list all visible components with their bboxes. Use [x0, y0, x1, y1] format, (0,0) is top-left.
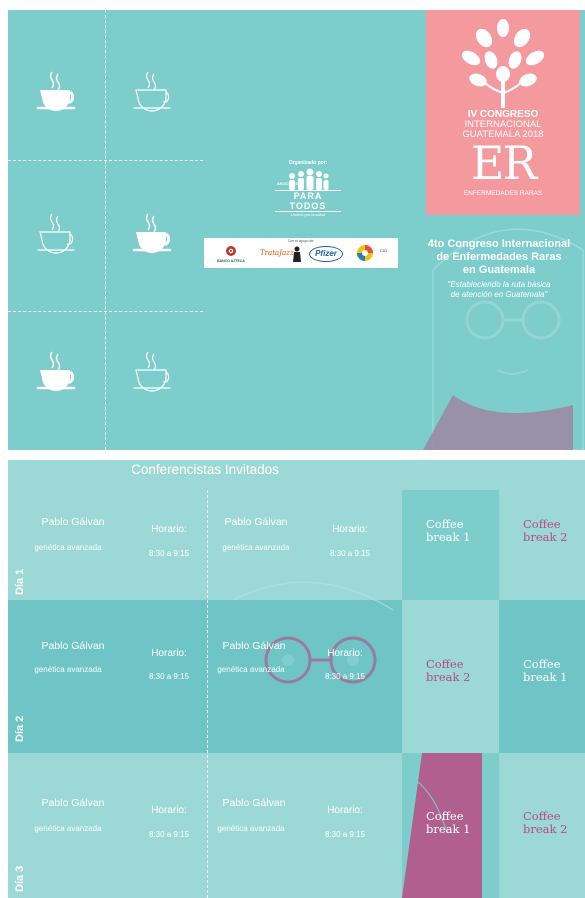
day-label: Día 1	[14, 568, 26, 595]
coffee-cup-outline-icon	[133, 351, 171, 392]
time-slot: 8:30 a 9:15	[324, 830, 366, 839]
speaker-name: Pablo Gálvan	[222, 797, 286, 809]
cut-line-horizontal	[8, 311, 203, 312]
cut-line-vertical	[105, 10, 106, 450]
sponsor-1: BANCO AZTECA	[217, 259, 245, 263]
musician-figure-icon	[293, 246, 301, 262]
coffee-break-label: Coffee break 1	[426, 517, 471, 544]
speaker-topic: genética avanzada	[217, 665, 285, 674]
congress-quote-line: de atención en Guatemala"	[450, 290, 548, 299]
sponsor-2: TrataJazz	[260, 249, 294, 257]
speaker-name: Pablo Gálvan	[41, 516, 105, 528]
time-slot: 8:30 a 9:15	[329, 549, 371, 558]
congress-quote: "Estableciendo la ruta básica de atenció…	[413, 280, 585, 300]
coffee-cup-outline-icon	[37, 213, 75, 254]
coffee-break-label: Coffee break 2	[523, 517, 568, 544]
speaker-name: Pablo Gálvan	[41, 640, 105, 652]
horario-label: Horario:	[151, 524, 187, 535]
horario-label: Horario:	[151, 805, 187, 816]
org-name: PARA TODOS	[275, 190, 341, 212]
time-slot: 8:30 a 9:15	[324, 672, 366, 681]
congress-title-line: en Guatemala	[462, 264, 536, 276]
time-slot: 8:30 a 9:15	[148, 672, 190, 681]
coffee-cup-filled-icon	[36, 351, 76, 392]
coffee-break-label: Coffee break 1	[523, 657, 568, 684]
cover-panel: Organizado por: ASOCIACIÓN PARA TODOS Un…	[8, 10, 585, 450]
congress-title-line: de Enfermedades Raras	[436, 251, 562, 263]
horario-label: Horario:	[332, 524, 368, 535]
organizer-block: Organizado por: ASOCIACIÓN PARA TODOS Un…	[263, 160, 353, 217]
speaker-divider	[207, 490, 208, 898]
speaker-topic: genética avanzada	[222, 543, 290, 552]
break-cell	[402, 490, 499, 600]
sponsor-4: CIG	[380, 248, 388, 253]
congress-quote-line: "Estableciendo la ruta básica	[447, 280, 551, 289]
congress-title-line: 4to Congreso Internacional	[427, 238, 571, 250]
time-slot: 8:30 a 9:15	[148, 549, 190, 558]
speaker-topic: genética avanzada	[217, 824, 285, 833]
day-label: Día 2	[14, 715, 26, 742]
coffee-break-label: Coffee break 2	[523, 809, 568, 836]
speaker-name: Pablo Gálvan	[224, 516, 288, 528]
sponsor-3: Pfizer	[309, 246, 343, 262]
day-label: Día 3	[14, 865, 26, 892]
cut-line-horizontal	[8, 160, 203, 161]
sponsors-label: Con el apoyo de:	[287, 239, 315, 243]
speaker-topic: genética avanzada	[34, 665, 102, 674]
schedule-heading: Conferencistas Invitados	[131, 462, 279, 477]
cig-logo-icon	[357, 245, 373, 261]
speaker-topic: genética avanzada	[34, 824, 102, 833]
congress-card: IV CONGRESO INTERNACIONAL GUATEMALA 2018…	[426, 10, 580, 215]
horario-label: Horario:	[327, 805, 363, 816]
speaker-name: Pablo Gálvan	[222, 640, 286, 652]
people-logo-icon	[289, 168, 329, 190]
coffee-cup-filled-icon	[132, 213, 172, 254]
coffee-cup-filled-icon	[36, 71, 76, 112]
break-cell	[499, 490, 585, 600]
speaker-name: Pablo Gálvan	[41, 797, 105, 809]
congress-subtitle: ENFERMEDADES RARAS	[463, 190, 543, 197]
coffee-cup-outline-icon	[133, 71, 171, 112]
schedule-panel: Conferencistas Invitados Día 1 Pablo Gál…	[8, 460, 585, 898]
horario-label: Horario:	[151, 648, 187, 659]
tree-logo-icon	[461, 19, 545, 108]
speaker-topic: genética avanzada	[34, 543, 102, 552]
organized-by-label: Organizado por:	[288, 160, 328, 166]
time-slot: 8:30 a 9:15	[148, 830, 190, 839]
banco-azteca-logo-icon	[226, 246, 236, 256]
horario-label: Horario:	[327, 648, 363, 659]
congress-acronym: ER	[470, 136, 537, 190]
coffee-break-label: Coffee break 2	[426, 657, 471, 684]
coffee-break-label: Coffee break 1	[426, 809, 471, 836]
congress-title: 4to Congreso Internacional de Enfermedad…	[413, 238, 585, 277]
org-tagline: Unidos por la salud	[290, 212, 326, 217]
sponsors-strip: Con el apoyo de: BANCO AZTECA TrataJazz …	[204, 238, 398, 268]
